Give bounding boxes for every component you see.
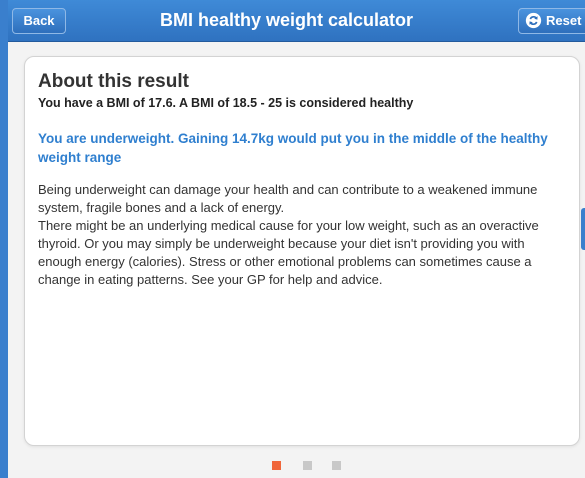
app-window: Back BMI healthy weight calculator Reset… bbox=[0, 0, 585, 478]
back-button[interactable]: Back bbox=[12, 8, 66, 34]
health-advice: Being underweight can damage your health… bbox=[38, 181, 563, 289]
weight-verdict: You are underweight. Gaining 14.7kg woul… bbox=[38, 131, 548, 165]
result-card: About this result You have a BMI of 17.6… bbox=[24, 56, 580, 446]
page-dot-2[interactable] bbox=[303, 461, 312, 470]
page-dot-1[interactable] bbox=[272, 461, 281, 470]
reset-label: Reset bbox=[546, 13, 582, 28]
page-dot-3[interactable] bbox=[332, 461, 341, 470]
side-panel-tab[interactable] bbox=[581, 208, 585, 250]
bmi-summary: You have a BMI of 17.6. A BMI of 18.5 - … bbox=[38, 96, 414, 110]
refresh-icon bbox=[525, 12, 542, 29]
advice-paragraph: There might be an underlying medical cau… bbox=[38, 218, 539, 287]
result-heading: About this result bbox=[38, 71, 189, 92]
header-bar: Back BMI healthy weight calculator Reset bbox=[8, 0, 585, 42]
advice-paragraph: Being underweight can damage your health… bbox=[38, 182, 538, 215]
page-title: BMI healthy weight calculator bbox=[159, 10, 414, 30]
result-content: About this result You have a BMI of 17.6… bbox=[38, 71, 568, 289]
reset-button[interactable]: Reset bbox=[518, 8, 585, 34]
